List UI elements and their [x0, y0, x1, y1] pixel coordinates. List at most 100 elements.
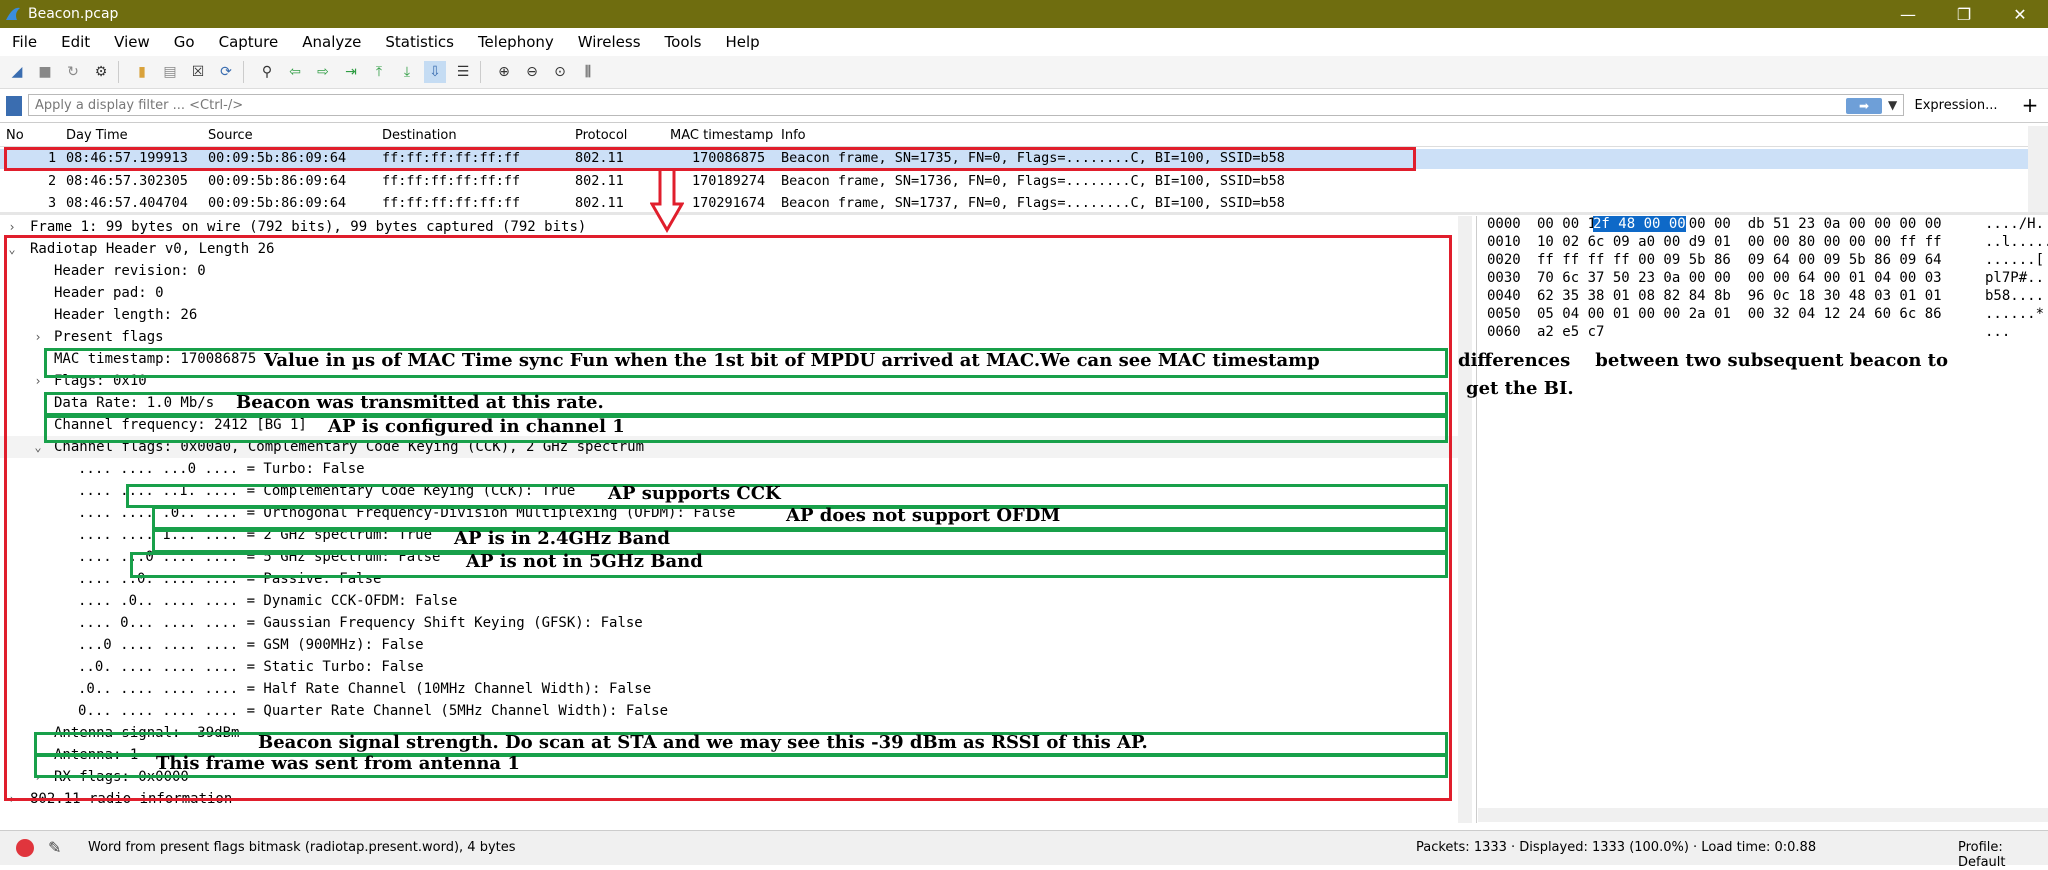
display-filter-bar: Apply a display filter ... <Ctrl-/> ➡ ▼ …	[0, 90, 2048, 123]
cell-info: Beacon frame, SN=1737, FN=0, Flags=.....…	[781, 195, 1285, 211]
menu-capture[interactable]: Capture	[219, 33, 279, 51]
minimize-button[interactable]: —	[1880, 0, 1936, 28]
annotation-mac-ts-cont1: differences between two subsequent beaco…	[1458, 350, 1948, 371]
menu-file[interactable]: File	[12, 33, 37, 51]
capture-options-icon[interactable]: ⚙	[90, 61, 112, 83]
col-protocol[interactable]: Protocol	[575, 128, 627, 143]
window-title: Beacon.pcap	[28, 6, 119, 22]
cell-source: 00:09:5b:86:09:64	[208, 173, 347, 189]
resize-columns-icon[interactable]: ⫼	[577, 61, 599, 83]
maximize-button[interactable]: ❐	[1936, 0, 1992, 28]
bytes-h-scrollbar[interactable]	[1478, 808, 2048, 822]
menu-bar: File Edit View Go Capture Analyze Statis…	[0, 28, 2048, 56]
cell-destination: ff:ff:ff:ff:ff:ff	[382, 195, 521, 211]
toolbar-separator	[243, 61, 244, 83]
colorize-icon[interactable]: ☰	[452, 61, 474, 83]
annotation-ofdm: AP does not support OFDM	[786, 505, 1061, 526]
col-source[interactable]: Source	[208, 128, 253, 143]
go-back-icon[interactable]: ⇦	[284, 61, 306, 83]
annotation-signal: Beacon signal strength. Do scan at STA a…	[258, 732, 1148, 753]
bookmark-icon[interactable]	[6, 96, 22, 116]
cell-protocol: 802.11	[575, 195, 624, 211]
go-to-packet-icon[interactable]: ⇥	[340, 61, 362, 83]
go-first-icon[interactable]: ⤒	[368, 61, 390, 83]
menu-telephony[interactable]: Telephony	[478, 33, 554, 51]
restart-capture-icon[interactable]: ↻	[62, 61, 84, 83]
go-last-icon[interactable]: ⤓	[396, 61, 418, 83]
toolbar-separator	[480, 61, 481, 83]
menu-analyze[interactable]: Analyze	[302, 33, 361, 51]
packet-list-scrollbar[interactable]	[2028, 126, 2048, 212]
zoom-normal-icon[interactable]: ⊙	[549, 61, 571, 83]
col-mac-timestamp[interactable]: MAC timestamp	[670, 128, 773, 143]
hex-row[interactable]: 0000 00 00 1a 00 2f 48 00 00 db 51 23 0a …	[1477, 216, 2048, 234]
apply-filter-arrow-icon[interactable]: ➡	[1846, 98, 1882, 114]
zoom-in-icon[interactable]: ⊕	[493, 61, 515, 83]
cell-no: 2	[48, 173, 57, 189]
cell-source: 00:09:5b:86:09:64	[208, 195, 347, 211]
menu-wireless[interactable]: Wireless	[578, 33, 641, 51]
hex-row[interactable]: 0060 a2 e5 c7...	[1477, 324, 2048, 342]
annotation-channel: AP is configured in channel 1	[328, 416, 625, 437]
expression-button[interactable]: Expression...	[1906, 94, 2006, 118]
go-forward-icon[interactable]: ⇨	[312, 61, 334, 83]
packet-list-header: No Day Time Source Destination Protocol …	[0, 126, 2028, 147]
col-info[interactable]: Info	[781, 128, 806, 143]
hex-row[interactable]: 0050 05 04 00 01 00 00 2a 01 00 32 04 12 …	[1477, 306, 2048, 324]
menu-edit[interactable]: Edit	[61, 33, 90, 51]
cell-time: 08:46:57.302305	[66, 173, 188, 189]
annotation-antenna: This frame was sent from antenna 1	[156, 753, 520, 774]
annotation-rate: Beacon was transmitted at this rate.	[236, 392, 604, 413]
reload-file-icon[interactable]: ⟳	[215, 61, 237, 83]
field-info-text: Word from present flags bitmask (radiota…	[88, 840, 516, 855]
close-button[interactable]: ✕	[1992, 0, 2048, 28]
pane-splitter[interactable]	[0, 212, 2048, 215]
selected-packet-highlight	[4, 147, 1416, 171]
hex-row[interactable]: 0030 70 6c 37 50 23 0a 00 00 00 00 64 00 …	[1477, 270, 2048, 288]
menu-statistics[interactable]: Statistics	[385, 33, 454, 51]
col-destination[interactable]: Destination	[382, 128, 457, 143]
cell-mac-timestamp: 170189274	[692, 173, 766, 189]
find-packet-icon[interactable]: ⚲	[256, 61, 278, 83]
start-capture-icon[interactable]: ◢	[6, 61, 28, 83]
menu-go[interactable]: Go	[174, 33, 195, 51]
packet-row[interactable]: 2 08:46:57.302305 00:09:5b:86:09:64 ff:f…	[0, 172, 2028, 192]
zoom-out-icon[interactable]: ⊖	[521, 61, 543, 83]
save-file-icon[interactable]: ▤	[159, 61, 181, 83]
title-bar: Beacon.pcap — ❐ ✕	[0, 0, 2048, 28]
edit-comment-icon[interactable]: ✎	[48, 839, 66, 857]
annotation-cck: AP supports CCK	[608, 483, 781, 504]
annotation-ghz5: AP is not in 5GHz Band	[466, 551, 703, 572]
cell-info: Beacon frame, SN=1736, FN=0, Flags=.....…	[781, 173, 1285, 189]
cell-no: 3	[48, 195, 57, 211]
bytes-pane: 0000 00 00 1a 00 2f 48 00 00 db 51 23 0a …	[1476, 216, 2048, 823]
status-bar: ✎ Word from present flags bitmask (radio…	[0, 830, 2048, 870]
open-file-icon[interactable]: ▮	[131, 61, 153, 83]
stop-capture-icon[interactable]: ■	[34, 61, 56, 83]
menu-tools[interactable]: Tools	[665, 33, 702, 51]
ghz5-highlight	[130, 552, 1448, 578]
display-filter-input[interactable]: Apply a display filter ... <Ctrl-/>	[28, 94, 1904, 116]
autoscroll-icon[interactable]: ⇩	[424, 61, 446, 83]
menu-view[interactable]: View	[114, 33, 150, 51]
hex-row[interactable]: 0040 62 35 38 01 08 82 84 8b 96 0c 18 30 …	[1477, 288, 2048, 306]
menu-help[interactable]: Help	[725, 33, 759, 51]
col-no[interactable]: No	[6, 128, 24, 143]
details-scrollbar[interactable]	[1458, 216, 1472, 823]
filter-dropdown-icon[interactable]: ▼	[1888, 98, 1897, 112]
cell-destination: ff:ff:ff:ff:ff:ff	[382, 173, 521, 189]
main-toolbar: ◢ ■ ↻ ⚙ ▮ ▤ ☒ ⟳ ⚲ ⇦ ⇨ ⇥ ⤒ ⤓ ⇩ ☰ ⊕ ⊖ ⊙ ⫼	[0, 56, 2048, 89]
col-day-time[interactable]: Day Time	[66, 128, 128, 143]
annotation-mac-ts: Value in µs of MAC Time sync Fun when th…	[264, 350, 1320, 371]
hex-selection: 2f 48 00 00	[1593, 216, 1686, 232]
packet-row[interactable]: 3 08:46:57.404704 00:09:5b:86:09:64 ff:f…	[0, 194, 2028, 212]
add-filter-button[interactable]: +	[2018, 94, 2042, 118]
close-file-icon[interactable]: ☒	[187, 61, 209, 83]
hex-row[interactable]: 0020 ff ff ff ff 00 09 5b 86 09 64 00 09 …	[1477, 252, 2048, 270]
packet-counts: Packets: 1333 · Displayed: 1333 (100.0%)…	[1416, 840, 1817, 855]
profile-label[interactable]: Profile: Default	[1958, 840, 2048, 870]
expert-info-icon[interactable]	[16, 839, 34, 857]
cell-protocol: 802.11	[575, 173, 624, 189]
annotation-mac-ts-cont2: get the BI.	[1466, 378, 1574, 399]
hex-row[interactable]: 0010 10 02 6c 09 a0 00 d9 01 00 00 80 00 …	[1477, 234, 2048, 252]
